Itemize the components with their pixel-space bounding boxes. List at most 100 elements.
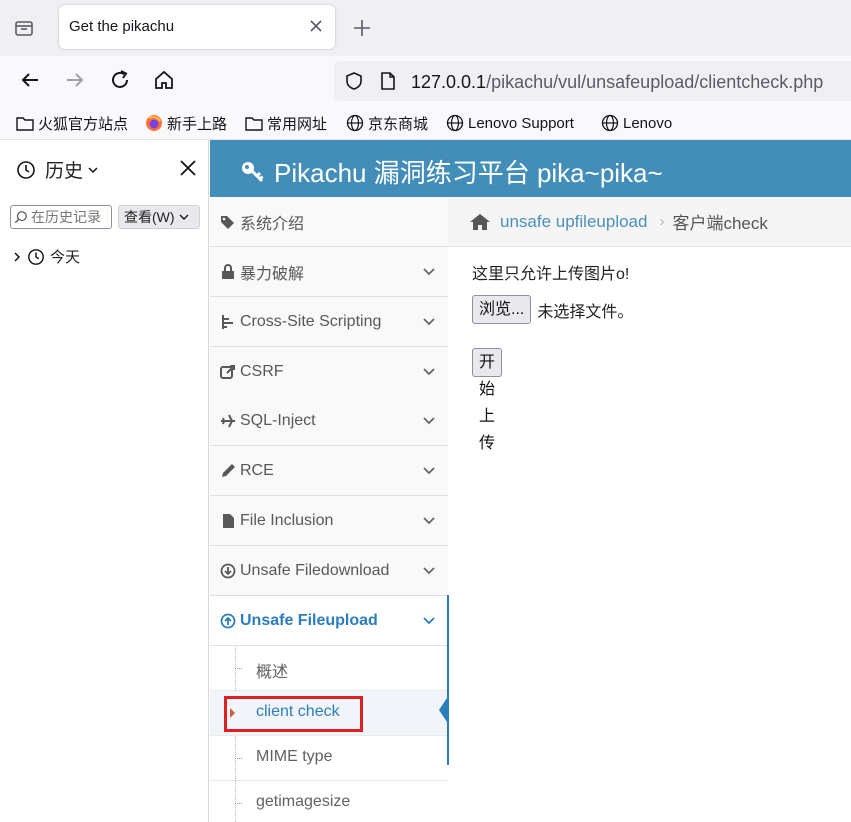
site-header: Pikachu 漏洞练习平台 pika~pika~ — [210, 140, 851, 197]
chevron-down-icon — [179, 214, 189, 220]
breadcrumb-separator-icon: › — [659, 213, 665, 230]
clock-icon — [17, 160, 35, 179]
history-group-today[interactable]: 今天 — [12, 246, 80, 267]
chevron-right-icon — [14, 251, 21, 262]
chevron-down-icon — [423, 467, 435, 475]
pencil-icon — [220, 463, 236, 479]
menu-item-rce[interactable]: RCE — [210, 446, 448, 496]
shield-icon[interactable] — [344, 71, 364, 96]
clock-icon — [28, 248, 44, 265]
menu-label: RCE — [240, 461, 274, 479]
globe-icon — [346, 114, 364, 132]
history-search-input[interactable] — [31, 209, 111, 225]
bookmark-lenovo[interactable]: Lenovo — [601, 113, 672, 133]
breadcrumb-current: 客户端check — [672, 214, 768, 233]
browser-tab-bar: Get the pikachu — [0, 0, 851, 56]
history-view-button[interactable]: 查看(W) — [118, 205, 200, 229]
menu-label: Cross-Site Scripting — [240, 312, 382, 330]
bookmarks-bar: 火狐官方站点 新手上路 常用网址 京东商城 Lenovo Support Len… — [0, 106, 851, 140]
menu-label: CSRF — [240, 362, 284, 380]
url-bar[interactable]: 127.0.0.1/pikachu/vul/unsafeupload/clien… — [334, 61, 851, 101]
bookmark-label: 新手上路 — [167, 115, 228, 133]
page-icon[interactable] — [379, 71, 397, 96]
breadcrumb: unsafe upfileupload › 客户端check — [448, 197, 851, 247]
chevron-down-icon — [423, 567, 435, 575]
home-icon[interactable] — [152, 68, 176, 92]
menu-label: 暴力破解 — [240, 265, 305, 283]
tree-line — [235, 781, 236, 822]
upload-notice: 这里只允许上传图片o! — [472, 266, 630, 283]
chevron-down-icon — [88, 166, 98, 173]
close-tab-icon[interactable] — [307, 17, 325, 35]
submenu-item-overview[interactable]: 概述 — [210, 646, 448, 691]
file-status: 未选择文件。 — [537, 303, 634, 321]
menu-label: File Inclusion — [240, 511, 334, 529]
pikachu-page: Pikachu 漏洞练习平台 pika~pika~ 系统介绍 暴力破解 Cros… — [210, 140, 851, 822]
menu-item-sql-inject[interactable]: SQL-Inject — [210, 396, 448, 446]
back-icon[interactable] — [18, 68, 42, 92]
active-section-bar — [447, 595, 449, 765]
chevron-down-icon — [423, 417, 435, 425]
share-icon — [220, 364, 236, 380]
folder-icon — [16, 117, 34, 131]
reload-icon[interactable] — [108, 68, 132, 92]
history-search-field[interactable] — [10, 205, 112, 229]
tree-branch — [235, 758, 242, 759]
menu-item-unsafe-filedownload[interactable]: Unsafe Filedownload — [210, 546, 448, 596]
menu-item-brute-force[interactable]: 暴力破解 — [210, 247, 448, 297]
upload-icon — [220, 613, 236, 629]
firefox-icon — [146, 115, 162, 131]
history-title: 历史 — [45, 161, 84, 182]
submenu-label: getimagesize — [256, 793, 351, 810]
submenu-item-client-check[interactable]: client check — [210, 691, 448, 736]
menu-item-csrf[interactable]: CSRF — [210, 347, 448, 397]
tags-icon — [220, 214, 236, 230]
tree-icon — [220, 314, 236, 330]
menu-item-xss[interactable]: Cross-Site Scripting — [210, 297, 448, 347]
red-highlight-box — [224, 696, 363, 732]
chevron-down-icon — [423, 318, 435, 326]
url-host: 127.0.0.1 — [411, 72, 487, 92]
globe-icon — [446, 114, 464, 132]
chevron-down-icon — [423, 268, 435, 276]
submenu-item-getimagesize[interactable]: getimagesize — [210, 781, 448, 822]
new-tab-icon[interactable] — [351, 17, 373, 39]
tab-title: Get the pikachu — [69, 18, 175, 35]
menu-label: Unsafe Fileupload — [240, 611, 378, 629]
url-path: /pikachu/vul/unsafeupload/clientcheck.ph… — [486, 72, 824, 92]
tab-get-the-pikachu[interactable]: Get the pikachu — [59, 5, 335, 49]
bookmark-firefox-official[interactable]: 火狐官方站点 — [16, 113, 128, 133]
menu-item-file-inclusion[interactable]: File Inclusion — [210, 496, 448, 546]
submenu-label: 概述 — [256, 664, 289, 681]
url-text[interactable]: 127.0.0.1/pikachu/vul/unsafeupload/clien… — [411, 72, 823, 93]
bookmark-label: 常用网址 — [267, 115, 328, 133]
bookmark-lenovo-support[interactable]: Lenovo Support — [446, 113, 574, 133]
start-upload-button[interactable]: 开始上传 — [472, 348, 503, 452]
tab-list-icon[interactable] — [13, 17, 35, 39]
bookmark-getting-started[interactable]: 新手上路 — [145, 113, 227, 133]
history-header[interactable]: 历史 — [16, 156, 99, 183]
bookmark-common-sites[interactable]: 常用网址 — [245, 113, 327, 133]
submenu-item-mime-type[interactable]: MIME type — [210, 736, 448, 781]
bookmark-label: Lenovo Support — [468, 114, 574, 132]
chevron-down-icon — [423, 368, 435, 376]
bookmark-label: 火狐官方站点 — [38, 115, 129, 133]
globe-icon — [601, 114, 619, 132]
close-sidebar-icon[interactable] — [178, 158, 198, 178]
menu-item-intro[interactable]: 系统介绍 — [210, 197, 448, 247]
file-input-row: 浏览... 未选择文件。 — [472, 295, 633, 324]
download-icon — [220, 563, 236, 579]
tree-branch — [235, 803, 242, 804]
tree-branch — [235, 668, 242, 669]
lock-icon — [220, 263, 236, 280]
browser-nav-bar: 127.0.0.1/pikachu/vul/unsafeupload/clien… — [0, 56, 851, 106]
chevron-down-icon — [423, 617, 435, 625]
menu-item-unsafe-fileupload[interactable]: Unsafe Fileupload — [210, 596, 448, 646]
breadcrumb-parent-link[interactable]: unsafe upfileupload — [500, 212, 647, 232]
forward-icon[interactable] — [63, 68, 87, 92]
history-sidebar: 历史 查看(W) 今天 — [0, 140, 209, 822]
folder-icon — [245, 117, 263, 131]
browse-button[interactable]: 浏览... — [472, 295, 532, 324]
site-brand[interactable]: Pikachu 漏洞练习平台 pika~pika~ — [240, 153, 663, 190]
bookmark-jd[interactable]: 京东商城 — [346, 113, 428, 133]
